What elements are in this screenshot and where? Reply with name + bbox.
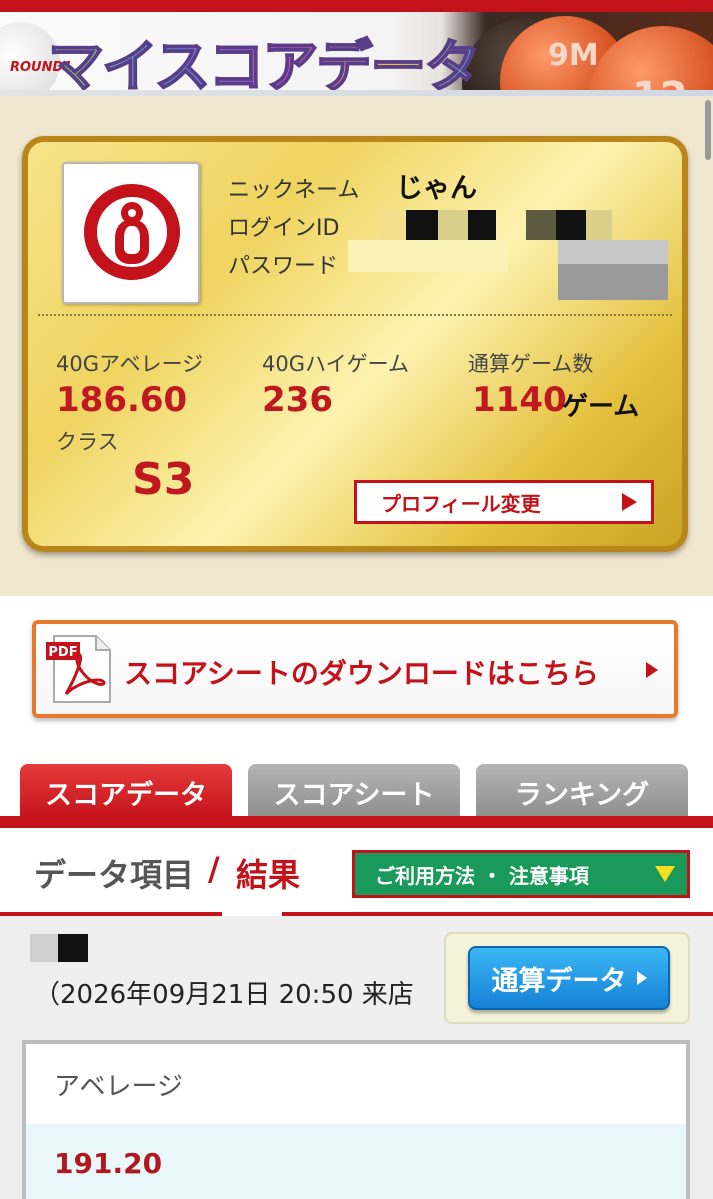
card-divider: [38, 314, 672, 316]
redaction-mosaic: [348, 240, 508, 272]
scrollbar[interactable]: [705, 100, 711, 160]
table-header: アベレージ: [54, 1071, 183, 1102]
tabs-underline: [0, 816, 713, 828]
table-row: 191.20: [26, 1124, 686, 1199]
total-data-button[interactable]: 通算データ: [468, 946, 670, 1010]
total-games-label: 通算ゲーム数: [468, 352, 594, 376]
redaction-mosaic: [558, 264, 668, 300]
redaction-mosaic: [468, 210, 496, 240]
profile-card: ニックネーム じゃん ログインID パスワード 40Gアベレージ 186.60 …: [22, 136, 688, 552]
class-label: クラス: [56, 430, 119, 454]
data-items-heading: データ項目: [34, 856, 195, 894]
pin-inner-shape: [124, 226, 140, 254]
average-label: 40Gアベレージ: [56, 352, 204, 376]
redaction-mosaic: [380, 210, 406, 240]
tab-score-sheet[interactable]: スコアシート: [248, 764, 460, 820]
tab-label: スコアシート: [273, 779, 435, 811]
heading-separator: /: [208, 850, 220, 888]
redaction-mosaic: [406, 210, 438, 240]
high-game-label: 40Gハイゲーム: [262, 352, 409, 376]
redaction-mosaic: [526, 210, 556, 240]
password-label: パスワード: [228, 254, 339, 279]
results-heading: 結果: [236, 856, 301, 894]
header-banner: ROUND1 9M 12 マイスコアデータ: [0, 0, 713, 96]
total-data-label: 通算データ: [491, 965, 627, 997]
nickname-label: ニックネーム: [228, 178, 360, 203]
tab-score-data[interactable]: スコアデータ: [20, 764, 232, 820]
pdf-icon: PDF: [46, 635, 111, 703]
visit-datetime: （2026年09月21日 20:50 来店: [34, 980, 414, 1010]
usage-notes-button[interactable]: ご利用方法 ・ 注意事項: [352, 850, 690, 898]
redaction-mosaic: [58, 934, 88, 962]
pdf-icon-text: PDF: [48, 645, 77, 660]
avatar: [62, 162, 200, 304]
ball-label: 9M: [548, 38, 599, 73]
nickname-value: じゃん: [396, 173, 477, 204]
arrow-right-icon: [646, 662, 658, 678]
tab-ranking[interactable]: ランキング: [476, 764, 688, 820]
tab-label: ランキング: [514, 779, 650, 811]
redaction-mosaic: [586, 210, 612, 240]
redaction-mosaic: [438, 210, 468, 240]
class-value: S3: [132, 454, 195, 505]
scoresheet-download-label: スコアシートのダウンロードはこちら: [124, 657, 599, 690]
redaction-mosaic: [558, 240, 668, 264]
usage-notes-label: ご利用方法 ・ 注意事項: [375, 863, 589, 888]
tab-label: スコアデータ: [45, 779, 207, 811]
page-title: マイスコアデータ: [47, 22, 481, 96]
arrow-right-icon: [636, 971, 647, 985]
high-game-value: 236: [262, 380, 333, 420]
pin-head-shape: [121, 202, 143, 224]
login-id-label: ログインID: [228, 216, 340, 241]
chevron-down-icon: [655, 866, 675, 882]
results-table: アベレージ 191.20: [22, 1040, 690, 1199]
redaction-mosaic: [556, 210, 586, 240]
total-games-value: 1140: [472, 380, 567, 420]
profile-edit-button[interactable]: プロフィール変更: [354, 480, 654, 524]
total-data-panel: 通算データ: [444, 932, 690, 1024]
profile-edit-label: プロフィール変更: [381, 491, 541, 516]
total-games-unit: ゲーム: [562, 392, 640, 422]
arrow-right-icon: [622, 493, 637, 511]
average-value: 186.60: [56, 380, 188, 420]
redaction-mosaic: [30, 934, 58, 962]
scoresheet-download-button[interactable]: PDF スコアシートのダウンロードはこちら: [32, 620, 678, 718]
